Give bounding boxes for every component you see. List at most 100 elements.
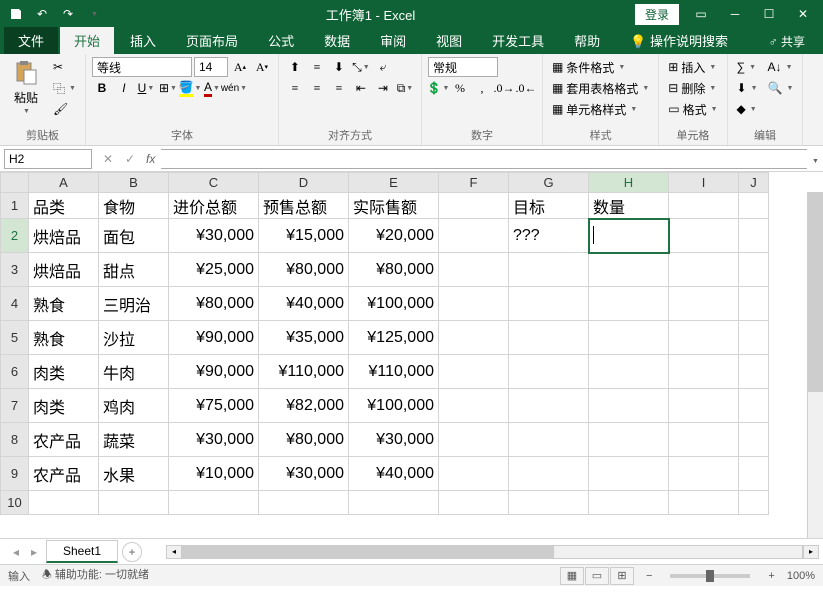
tab-view[interactable]: 视图	[422, 27, 476, 54]
cell[interactable]: 甜点	[99, 253, 169, 287]
cell[interactable]: ¥80,000	[169, 287, 259, 321]
cell[interactable]: 食物	[99, 193, 169, 219]
insert-cells-button[interactable]: ⊞插入▼	[665, 57, 720, 77]
cell[interactable]: ¥90,000	[169, 355, 259, 389]
cell[interactable]: ¥125,000	[349, 321, 439, 355]
autosum-button[interactable]: ∑▼	[734, 57, 761, 77]
cell[interactable]	[509, 287, 589, 321]
cell[interactable]: ¥30,000	[169, 219, 259, 253]
cell[interactable]	[509, 423, 589, 457]
tab-file[interactable]: 文件	[4, 27, 58, 54]
cell[interactable]	[439, 321, 509, 355]
cell[interactable]	[349, 491, 439, 515]
format-cells-button[interactable]: ▭格式▼	[665, 99, 720, 119]
cell[interactable]: ¥110,000	[259, 355, 349, 389]
cell[interactable]	[509, 389, 589, 423]
cell[interactable]	[589, 423, 669, 457]
worksheet-grid[interactable]: ABCDEFGHIJ1品类食物进价总额预售总额实际售额目标数量2烘焙品面包¥30…	[0, 172, 823, 538]
tab-layout[interactable]: 页面布局	[172, 27, 252, 54]
cell[interactable]: 熟食	[29, 287, 99, 321]
decrease-decimal-button[interactable]: .0←	[516, 78, 536, 98]
merge-button[interactable]: ⧉▼	[395, 78, 415, 98]
orientation-button[interactable]: ⤡▼	[351, 57, 371, 77]
cell-style-button[interactable]: ▦单元格样式▼	[549, 99, 652, 119]
cell[interactable]: 目标	[509, 193, 589, 219]
vertical-scrollbar[interactable]	[807, 192, 823, 538]
cell[interactable]: ¥110,000	[349, 355, 439, 389]
row-header[interactable]: 10	[1, 491, 29, 515]
cell[interactable]: 熟食	[29, 321, 99, 355]
cell[interactable]: ¥82,000	[259, 389, 349, 423]
cell[interactable]	[259, 491, 349, 515]
underline-button[interactable]: U▼	[136, 78, 156, 98]
comma-button[interactable]: ,	[472, 78, 492, 98]
col-header[interactable]: B	[99, 173, 169, 193]
sheet-tab[interactable]: Sheet1	[46, 540, 118, 563]
cell[interactable]	[669, 321, 739, 355]
cell[interactable]	[589, 287, 669, 321]
wrap-text-button[interactable]: ⤶	[373, 57, 393, 77]
cell[interactable]: 农产品	[29, 457, 99, 491]
cell[interactable]	[739, 253, 769, 287]
cell[interactable]: 农产品	[29, 423, 99, 457]
tab-review[interactable]: 审阅	[366, 27, 420, 54]
cell[interactable]	[739, 491, 769, 515]
cell[interactable]	[669, 423, 739, 457]
decrease-indent-button[interactable]: ⇤	[351, 78, 371, 98]
col-header[interactable]: E	[349, 173, 439, 193]
cell[interactable]	[739, 193, 769, 219]
cell[interactable]: ¥100,000	[349, 389, 439, 423]
login-button[interactable]: 登录	[635, 4, 679, 25]
font-color-button[interactable]: A▼	[202, 78, 222, 98]
cell[interactable]: ¥15,000	[259, 219, 349, 253]
cell[interactable]: ¥75,000	[169, 389, 259, 423]
cell[interactable]	[589, 491, 669, 515]
cell[interactable]	[29, 491, 99, 515]
cell[interactable]: ¥30,000	[349, 423, 439, 457]
cell[interactable]	[439, 287, 509, 321]
cell[interactable]: 面包	[99, 219, 169, 253]
copy-button[interactable]: ⿻▼	[50, 78, 79, 98]
cell[interactable]	[509, 457, 589, 491]
cell[interactable]	[669, 193, 739, 219]
cell[interactable]: ¥30,000	[169, 423, 259, 457]
row-header[interactable]: 3	[1, 253, 29, 287]
zoom-in-button[interactable]: +	[768, 570, 774, 582]
fill-color-button[interactable]: 🪣▼	[180, 78, 200, 98]
decrease-font-button[interactable]: A▾	[252, 57, 272, 77]
cell[interactable]: ¥100,000	[349, 287, 439, 321]
tab-developer[interactable]: 开发工具	[478, 27, 558, 54]
cell[interactable]: 预售总额	[259, 193, 349, 219]
undo-icon[interactable]: ↶	[30, 3, 54, 25]
increase-indent-button[interactable]: ⇥	[373, 78, 393, 98]
formula-input[interactable]	[161, 149, 807, 169]
align-center-button[interactable]: ≡	[307, 78, 327, 98]
cell[interactable]: 沙拉	[99, 321, 169, 355]
cell[interactable]	[669, 355, 739, 389]
paste-button[interactable]: 粘贴▼	[6, 57, 46, 117]
expand-formula-bar-icon[interactable]: ▼	[807, 152, 823, 166]
cell[interactable]: ¥80,000	[349, 253, 439, 287]
increase-decimal-button[interactable]: .0→	[494, 78, 514, 98]
row-header[interactable]: 6	[1, 355, 29, 389]
row-header[interactable]: 5	[1, 321, 29, 355]
cell[interactable]	[669, 491, 739, 515]
col-header[interactable]: I	[669, 173, 739, 193]
cell[interactable]: 烘焙品	[29, 253, 99, 287]
cell[interactable]: 牛肉	[99, 355, 169, 389]
col-header[interactable]: A	[29, 173, 99, 193]
cond-format-button[interactable]: ▦条件格式▼	[549, 57, 652, 77]
cell[interactable]	[739, 321, 769, 355]
cell[interactable]	[509, 355, 589, 389]
sheet-nav-next-icon[interactable]: ▸	[26, 544, 42, 560]
align-right-button[interactable]: ≡	[329, 78, 349, 98]
font-size-combo[interactable]: 14	[194, 57, 228, 77]
share-button[interactable]: ♂ 共享	[759, 29, 815, 54]
select-all-corner[interactable]	[1, 173, 29, 193]
cell[interactable]	[509, 321, 589, 355]
add-sheet-button[interactable]: +	[122, 542, 142, 562]
row-header[interactable]: 1	[1, 193, 29, 219]
border-button[interactable]: ⊞▼	[158, 78, 178, 98]
cell[interactable]: ¥20,000	[349, 219, 439, 253]
fx-icon[interactable]: fx	[146, 152, 155, 166]
